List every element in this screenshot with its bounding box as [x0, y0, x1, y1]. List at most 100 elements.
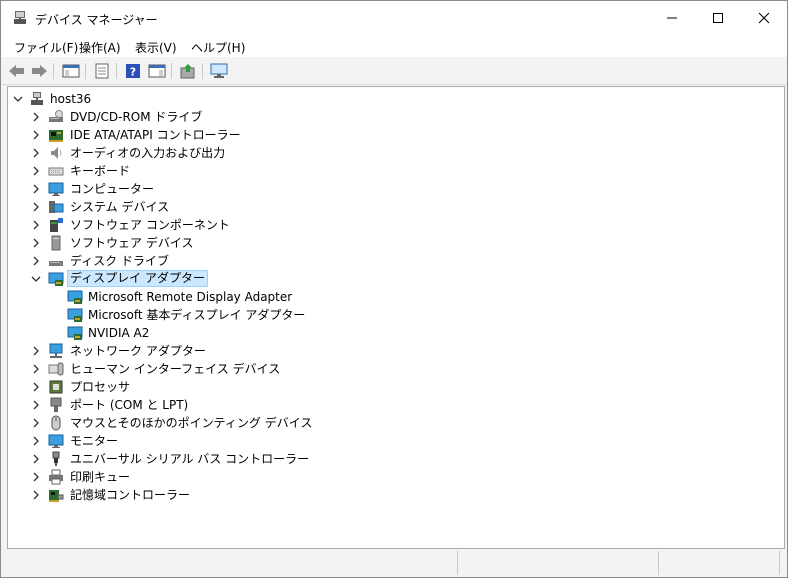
tree-item-label: オーディオの入力および出力 — [70, 146, 226, 160]
tree-item-label: ソフトウェア デバイス — [70, 236, 194, 250]
help-icon[interactable]: ? — [123, 61, 143, 81]
chevron-right-icon[interactable] — [30, 417, 42, 429]
toolbar: ? — [1, 58, 787, 85]
tree-item-network-adapters[interactable]: ネットワーク アダプター — [8, 342, 768, 360]
chevron-right-icon[interactable] — [30, 183, 42, 195]
action-pane-icon[interactable] — [147, 61, 167, 81]
tree-item-mice[interactable]: マウスとそのほかのポインティング デバイス — [8, 414, 768, 432]
display-adapter-icon — [67, 289, 83, 305]
tree-item-processors[interactable]: プロセッサ — [8, 378, 768, 396]
tree-item-label: NVIDIA A2 — [88, 326, 150, 340]
tree-item-monitors[interactable]: モニター — [8, 432, 768, 450]
chevron-right-icon[interactable] — [30, 399, 42, 411]
properties-icon[interactable] — [92, 61, 112, 81]
tree-item-usb[interactable]: ユニバーサル シリアル バス コントローラー — [8, 450, 768, 468]
chevron-right-icon[interactable] — [30, 111, 42, 123]
status-bar — [1, 549, 787, 577]
chevron-right-icon[interactable] — [30, 471, 42, 483]
software-device-icon — [48, 235, 64, 251]
status-cell — [458, 551, 659, 575]
chevron-right-icon[interactable] — [30, 201, 42, 213]
printer-icon — [48, 469, 64, 485]
update-driver-icon[interactable] — [178, 61, 198, 81]
toolbar-separator — [53, 63, 54, 79]
menu-action[interactable]: 操作(A) — [79, 39, 121, 56]
chevron-right-icon[interactable] — [30, 219, 42, 231]
status-cell — [1, 551, 458, 575]
toolbar-separator — [202, 63, 203, 79]
toolbar-separator — [171, 63, 172, 79]
tree-item-label: IDE ATA/ATAPI コントローラー — [70, 128, 241, 142]
tree-item-keyboard[interactable]: キーボード — [8, 162, 768, 180]
tree-item-label-selected: ディスプレイ アダプター — [67, 270, 208, 287]
tree-item-software-devices[interactable]: ソフトウェア デバイス — [8, 234, 768, 252]
menu-view[interactable]: 表示(V) — [135, 39, 177, 56]
back-arrow-icon[interactable] — [7, 61, 27, 81]
maximize-button[interactable] — [695, 1, 741, 35]
tree-root-label: host36 — [50, 92, 92, 106]
monitor-icon — [48, 433, 64, 449]
tree-item-display-adapters[interactable]: ディスプレイ アダプター — [8, 270, 768, 288]
title-bar: デバイス マネージャー — [1, 1, 787, 35]
tree-item-label: コンピューター — [70, 182, 155, 196]
ide-controller-icon — [48, 127, 64, 143]
tree-item-label: ネットワーク アダプター — [70, 344, 206, 358]
port-icon — [48, 397, 64, 413]
tree-item-disk-drives[interactable]: ディスク ドライブ — [8, 252, 768, 270]
tree-item-hid[interactable]: ヒューマン インターフェイス デバイス — [8, 360, 768, 378]
display-adapter-icon — [67, 307, 83, 323]
menu-file[interactable]: ファイル(F) — [14, 39, 78, 56]
tree-item-dvd-cdrom[interactable]: DVD/CD-ROM ドライブ — [8, 108, 768, 126]
chevron-right-icon[interactable] — [30, 165, 42, 177]
software-component-icon — [48, 217, 64, 233]
tree-item-label: 印刷キュー — [70, 470, 131, 484]
tree-item-label: Microsoft 基本ディスプレイ アダプター — [88, 308, 306, 322]
chevron-right-icon[interactable] — [30, 453, 42, 465]
hid-icon — [48, 361, 64, 377]
tree-item-computer[interactable]: コンピューター — [8, 180, 768, 198]
tree-item-print-queues[interactable]: 印刷キュー — [8, 468, 768, 486]
keyboard-icon — [48, 163, 64, 179]
dvd-drive-icon — [48, 109, 64, 125]
menu-help[interactable]: ヘルプ(H) — [191, 39, 245, 56]
tree-item-display-child[interactable]: Microsoft Remote Display Adapter — [8, 288, 768, 306]
tree-root-host[interactable]: host36 — [8, 90, 768, 108]
show-hide-console-tree-icon[interactable] — [61, 61, 81, 81]
chevron-right-icon[interactable] — [30, 381, 42, 393]
forward-arrow-icon[interactable] — [29, 61, 49, 81]
chevron-right-icon[interactable] — [30, 345, 42, 357]
status-cell — [659, 551, 780, 575]
tree-item-ports[interactable]: ポート (COM と LPT) — [8, 396, 768, 414]
display-adapter-icon — [48, 271, 64, 287]
tree-item-label: プロセッサ — [70, 380, 131, 394]
tree-item-storage-controllers[interactable]: 記憶域コントローラー — [8, 486, 768, 504]
tree-item-ide-ata[interactable]: IDE ATA/ATAPI コントローラー — [8, 126, 768, 144]
minimize-button[interactable] — [649, 1, 695, 35]
tree-item-label: ディスク ドライブ — [70, 254, 169, 268]
close-button[interactable] — [741, 1, 787, 35]
tree-item-label: DVD/CD-ROM ドライブ — [70, 110, 203, 124]
tree-item-display-child[interactable]: NVIDIA A2 — [8, 324, 768, 342]
device-tree[interactable]: host36 DVD/CD-ROM ドライブ IDE ATA/ATAPI コント… — [7, 86, 785, 549]
disk-drive-icon — [48, 253, 64, 269]
chevron-right-icon[interactable] — [30, 435, 42, 447]
tree-item-system-devices[interactable]: システム デバイス — [8, 198, 768, 216]
scan-hardware-icon[interactable] — [209, 61, 229, 81]
display-adapter-icon — [67, 325, 83, 341]
tree-item-label: モニター — [70, 434, 119, 448]
chevron-down-icon[interactable] — [12, 93, 24, 105]
computer-host-icon — [29, 91, 45, 107]
tree-item-software-components[interactable]: ソフトウェア コンポーネント — [8, 216, 768, 234]
chevron-down-icon[interactable] — [30, 273, 42, 285]
toolbar-separator — [116, 63, 117, 79]
mouse-icon — [48, 415, 64, 431]
tree-item-display-child[interactable]: Microsoft 基本ディスプレイ アダプター — [8, 306, 768, 324]
chevron-right-icon[interactable] — [30, 363, 42, 375]
chevron-right-icon[interactable] — [30, 255, 42, 267]
tree-item-audio[interactable]: オーディオの入力および出力 — [8, 144, 768, 162]
chevron-right-icon[interactable] — [30, 147, 42, 159]
chevron-right-icon[interactable] — [30, 237, 42, 249]
chevron-right-icon[interactable] — [30, 129, 42, 141]
chevron-right-icon[interactable] — [30, 489, 42, 501]
processor-icon — [48, 379, 64, 395]
